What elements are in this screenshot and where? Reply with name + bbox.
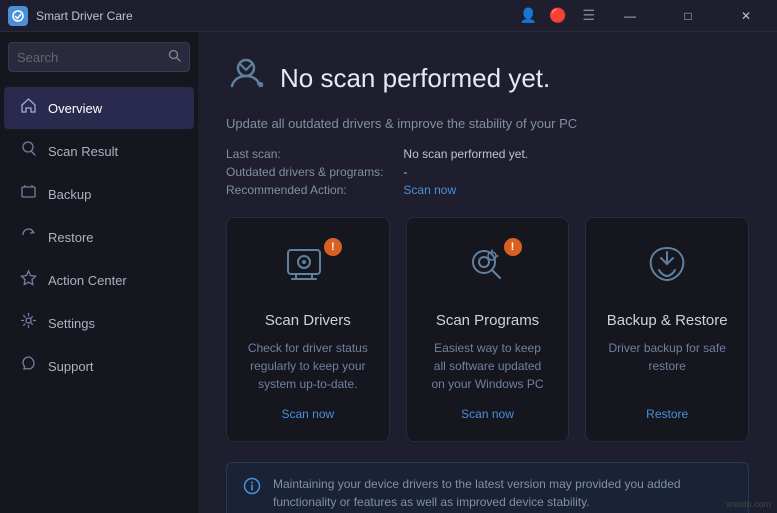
search-icon: [168, 49, 181, 65]
search-box[interactable]: [8, 42, 190, 72]
scan-drivers-badge: !: [324, 238, 342, 256]
main-content: No scan performed yet. Update all outdat…: [198, 32, 777, 513]
scan-result-icon: [18, 140, 38, 162]
support-icon: [18, 355, 38, 377]
scan-programs-desc: Easiest way to keep all software updated…: [427, 339, 549, 393]
titlebar-controls: 👤 🔴 ☰ — □ ✕: [520, 0, 769, 32]
recommended-scan-now-link[interactable]: Scan now: [403, 183, 749, 197]
titlebar-left: Smart Driver Care: [8, 6, 133, 26]
info-grid: Last scan: No scan performed yet. Outdat…: [226, 147, 749, 197]
app-icon: [8, 6, 28, 26]
backup-restore-desc: Driver backup for safe restore: [606, 339, 728, 393]
page-title: No scan performed yet.: [280, 63, 550, 94]
titlebar: Smart Driver Care 👤 🔴 ☰ — □ ✕: [0, 0, 777, 32]
sidebar-item-restore-label: Restore: [48, 230, 94, 245]
scan-programs-link[interactable]: Scan now: [461, 407, 514, 421]
scan-programs-icon: [462, 248, 514, 295]
nav-items: Overview Scan Result: [0, 82, 198, 513]
info-bar-text: Maintaining your device drivers to the l…: [273, 475, 732, 511]
action-center-icon: [18, 269, 38, 291]
scan-drivers-icon: [282, 248, 334, 295]
sidebar-item-overview-label: Overview: [48, 101, 102, 116]
scan-programs-title: Scan Programs: [436, 312, 539, 329]
last-scan-value: No scan performed yet.: [403, 147, 749, 161]
backup-restore-card: Backup & Restore Driver backup for safe …: [585, 217, 749, 442]
scan-programs-card: ! Scan Programs Easiest way to keep all …: [406, 217, 570, 442]
info-bar-icon: [243, 477, 261, 500]
sidebar-item-backup-label: Backup: [48, 187, 91, 202]
menu-icon[interactable]: ☰: [582, 7, 595, 24]
user-icon[interactable]: 👤: [520, 7, 537, 24]
backup-restore-icon: [641, 248, 693, 295]
sidebar-item-action-center[interactable]: Action Center: [4, 259, 194, 301]
scan-drivers-card: ! Scan Drivers Check for driver status r…: [226, 217, 390, 442]
maximize-button[interactable]: □: [665, 0, 711, 32]
cards-row: ! Scan Drivers Check for driver status r…: [226, 217, 749, 442]
home-icon: [18, 97, 38, 119]
close-button[interactable]: ✕: [723, 0, 769, 32]
sidebar-item-scan-result[interactable]: Scan Result: [4, 130, 194, 172]
page-header: No scan performed yet.: [226, 56, 749, 100]
scan-drivers-icon-area: !: [282, 242, 334, 296]
restore-icon: [18, 226, 38, 248]
sidebar-item-scan-result-label: Scan Result: [48, 144, 118, 159]
scan-drivers-title: Scan Drivers: [265, 312, 351, 329]
backup-restore-title: Backup & Restore: [607, 312, 728, 329]
scan-programs-badge: !: [504, 238, 522, 256]
page-header-icon: [226, 56, 266, 100]
backup-icon: [18, 183, 38, 205]
sidebar-item-support-label: Support: [48, 359, 94, 374]
scan-drivers-desc: Check for driver status regularly to kee…: [247, 339, 369, 393]
sidebar-item-restore[interactable]: Restore: [4, 216, 194, 258]
page-subtitle: Update all outdated drivers & improve th…: [226, 116, 749, 131]
last-scan-label: Last scan:: [226, 147, 383, 161]
sidebar-item-settings-label: Settings: [48, 316, 95, 331]
info-bar: Maintaining your device drivers to the l…: [226, 462, 749, 513]
notification-dot[interactable]: 🔴: [549, 7, 566, 24]
outdated-value: -: [403, 165, 749, 179]
search-input[interactable]: [17, 50, 162, 65]
sidebar-item-action-center-label: Action Center: [48, 273, 127, 288]
sidebar-item-backup[interactable]: Backup: [4, 173, 194, 215]
sidebar-item-support[interactable]: Support: [4, 345, 194, 387]
app-title: Smart Driver Care: [36, 9, 133, 23]
recommended-label: Recommended Action:: [226, 183, 383, 197]
scan-programs-icon-area: !: [462, 242, 514, 296]
outdated-label: Outdated drivers & programs:: [226, 165, 383, 179]
scan-drivers-link[interactable]: Scan now: [281, 407, 334, 421]
minimize-button[interactable]: —: [607, 0, 653, 32]
sidebar-item-overview[interactable]: Overview: [4, 87, 194, 129]
sidebar: Overview Scan Result: [0, 32, 198, 513]
backup-restore-icon-area: [641, 242, 693, 296]
backup-restore-link[interactable]: Restore: [646, 407, 688, 421]
watermark: wsxdn.com: [726, 499, 771, 509]
app-body: Overview Scan Result: [0, 32, 777, 513]
settings-icon: [18, 312, 38, 334]
sidebar-item-settings[interactable]: Settings: [4, 302, 194, 344]
